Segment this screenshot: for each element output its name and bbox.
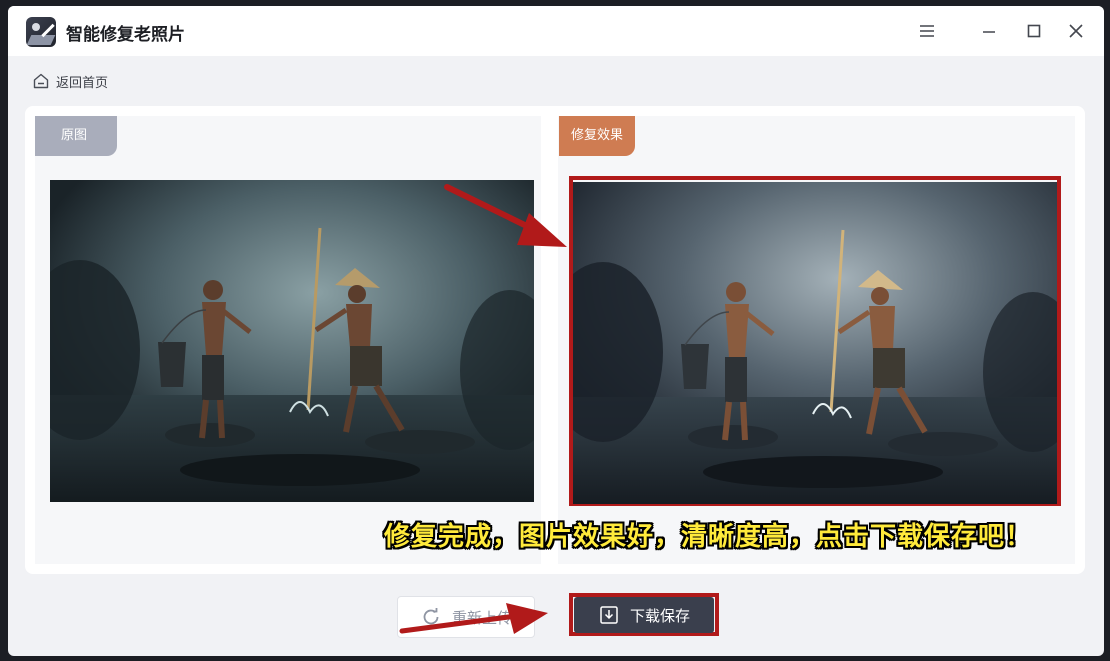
app-logo-icon — [26, 17, 56, 47]
home-icon — [33, 73, 49, 89]
compare-panel: 原图 修复效果 — [25, 106, 1085, 574]
close-icon[interactable] — [1065, 20, 1087, 42]
title-bar: 智能修复老照片 — [8, 6, 1104, 56]
menu-icon[interactable] — [916, 20, 938, 42]
reupload-label: 重新上传 — [451, 608, 512, 627]
original-photo — [50, 180, 534, 502]
promo-caption: 修复完成，图片效果好，清晰度高，点击下载保存吧！ — [384, 522, 1033, 552]
result-photo — [573, 182, 1057, 504]
back-home-link[interactable]: 返回首页 — [32, 70, 108, 92]
download-save-button[interactable]: 下载保存 — [574, 597, 714, 633]
result-tag: 修复效果 — [559, 116, 636, 156]
app-window: 智能修复老照片 返回首页 原图 修复效果 重新上传 下载保存 修复完成，图片效果… — [8, 6, 1104, 656]
download-icon — [600, 606, 618, 624]
original-pane: 原图 — [35, 116, 541, 564]
minimize-icon[interactable] — [978, 20, 1000, 42]
maximize-icon[interactable] — [1023, 20, 1045, 42]
reupload-button[interactable]: 重新上传 — [397, 596, 535, 638]
refresh-icon — [423, 608, 439, 625]
download-save-label: 下载保存 — [629, 606, 690, 625]
back-home-label: 返回首页 — [56, 75, 109, 91]
app-title: 智能修复老照片 — [66, 25, 185, 45]
result-pane: 修复效果 — [558, 116, 1075, 564]
original-tag: 原图 — [35, 116, 117, 156]
